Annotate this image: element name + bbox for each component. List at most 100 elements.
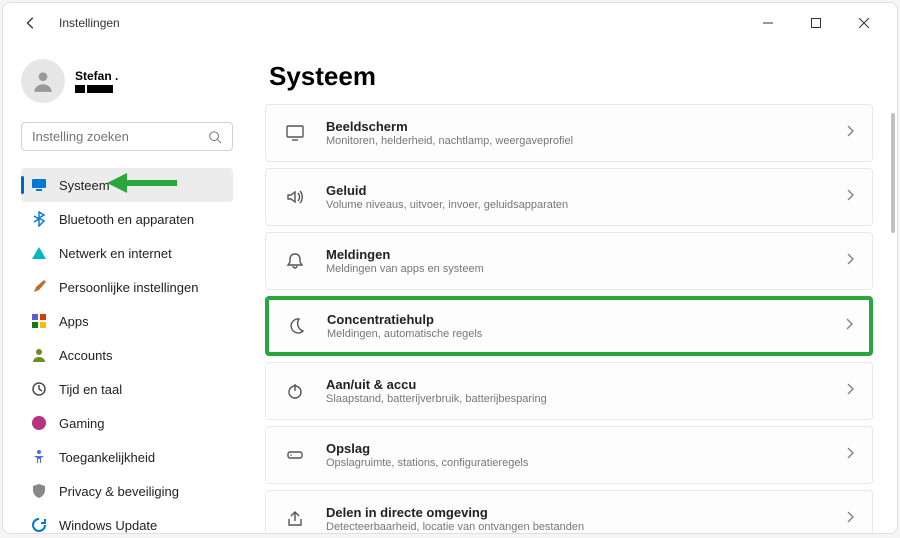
close-icon: [859, 18, 869, 28]
sidebar-item-persoonlijk[interactable]: Persoonlijke instellingen: [21, 270, 233, 304]
display-icon: [284, 122, 306, 144]
sidebar-item-label: Systeem: [59, 178, 110, 193]
person-icon: [30, 68, 56, 94]
settings-window: Instellingen Stefan . SysteemBlueto: [2, 2, 898, 534]
sidebar-item-apps[interactable]: Apps: [21, 304, 233, 338]
sidebar-item-label: Bluetooth en apparaten: [59, 212, 194, 227]
maximize-button[interactable]: [795, 9, 837, 37]
row-title: Opslag: [326, 441, 846, 456]
row-title: Beeldscherm: [326, 119, 846, 134]
setting-row-aanuit[interactable]: Aan/uit & accu Slaapstand, batterijverbr…: [265, 362, 873, 420]
page-title: Systeem: [269, 61, 873, 92]
row-text: Opslag Opslagruimte, stations, configura…: [326, 441, 846, 469]
sidebar-item-label: Privacy & beveiliging: [59, 484, 179, 499]
sidebar: Stefan . Systeem Bluetooth en apparaten Ne…: [3, 43, 241, 533]
row-subtitle: Meldingen van apps en systeem: [326, 263, 846, 275]
row-title: Concentratiehulp: [327, 312, 845, 327]
bluetooth-icon: [31, 211, 47, 227]
settings-list: Beeldscherm Monitoren, helderheid, nacht…: [265, 104, 873, 533]
row-title: Meldingen: [326, 247, 846, 262]
chevron-right-icon: [846, 188, 854, 206]
chevron-right-icon: [846, 446, 854, 464]
row-text: Concentratiehulp Meldingen, automatische…: [327, 312, 845, 340]
row-subtitle: Meldingen, automatische regels: [327, 328, 845, 340]
setting-row-geluid[interactable]: Geluid Volume niveaus, uitvoer, invoer, …: [265, 168, 873, 226]
chevron-right-icon: [846, 382, 854, 400]
sidebar-item-privacy[interactable]: Privacy & beveiliging: [21, 474, 233, 508]
back-arrow-icon: [24, 16, 38, 30]
row-text: Meldingen Meldingen van apps en systeem: [326, 247, 846, 275]
person-icon: [31, 347, 47, 363]
power-icon: [284, 380, 306, 402]
apps-icon: [31, 313, 47, 329]
chevron-right-icon: [846, 252, 854, 270]
row-title: Geluid: [326, 183, 846, 198]
sidebar-item-systeem[interactable]: Systeem: [21, 168, 233, 202]
row-text: Beeldscherm Monitoren, helderheid, nacht…: [326, 119, 846, 147]
window-title: Instellingen: [59, 16, 120, 30]
clock-icon: [31, 381, 47, 397]
sidebar-item-label: Toegankelijkheid: [59, 450, 155, 465]
sidebar-item-tijd[interactable]: Tijd en taal: [21, 372, 233, 406]
chevron-right-icon: [846, 510, 854, 528]
gaming-icon: [31, 415, 47, 431]
setting-row-opslag[interactable]: Opslag Opslagruimte, stations, configura…: [265, 426, 873, 484]
sidebar-item-label: Gaming: [59, 416, 105, 431]
row-text: Geluid Volume niveaus, uitvoer, invoer, …: [326, 183, 846, 211]
row-title: Delen in directe omgeving: [326, 505, 846, 520]
sound-icon: [284, 186, 306, 208]
search-input[interactable]: [32, 129, 208, 144]
profile-block[interactable]: Stefan .: [21, 59, 233, 103]
sidebar-item-bluetooth[interactable]: Bluetooth en apparaten: [21, 202, 233, 236]
profile-redacted: [75, 85, 118, 93]
close-button[interactable]: [843, 9, 885, 37]
search-box[interactable]: [21, 122, 233, 151]
chevron-right-icon: [845, 317, 853, 335]
chevron-right-icon: [846, 124, 854, 142]
wifi-icon: [31, 245, 47, 261]
sidebar-item-update[interactable]: Windows Update: [21, 508, 233, 533]
nav-list: Systeem Bluetooth en apparaten Netwerk en …: [21, 168, 233, 533]
main-panel: Systeem Beeldscherm Monitoren, helderhei…: [241, 43, 897, 533]
sidebar-item-label: Windows Update: [59, 518, 157, 533]
setting-row-concentratie[interactable]: Concentratiehulp Meldingen, automatische…: [265, 296, 873, 356]
setting-row-delen[interactable]: Delen in directe omgeving Detecteerbaarh…: [265, 490, 873, 533]
row-subtitle: Monitoren, helderheid, nachtlamp, weerga…: [326, 135, 846, 147]
sidebar-item-label: Tijd en taal: [59, 382, 122, 397]
sidebar-item-gaming[interactable]: Gaming: [21, 406, 233, 440]
sidebar-item-accounts[interactable]: Accounts: [21, 338, 233, 372]
monitor-icon: [31, 177, 47, 193]
storage-icon: [284, 444, 306, 466]
row-subtitle: Volume niveaus, uitvoer, invoer, geluids…: [326, 199, 846, 211]
back-button[interactable]: [15, 7, 47, 39]
sidebar-item-label: Netwerk en internet: [59, 246, 172, 261]
profile-text: Stefan .: [75, 69, 118, 93]
minimize-icon: [763, 18, 773, 28]
update-icon: [31, 517, 47, 533]
minimize-button[interactable]: [747, 9, 789, 37]
row-title: Aan/uit & accu: [326, 377, 846, 392]
row-subtitle: Slaapstand, batterijverbruik, batterijbe…: [326, 393, 846, 405]
setting-row-meldingen[interactable]: Meldingen Meldingen van apps en systeem: [265, 232, 873, 290]
sidebar-item-label: Accounts: [59, 348, 112, 363]
sidebar-item-label: Persoonlijke instellingen: [59, 280, 198, 295]
bell-icon: [284, 250, 306, 272]
avatar: [21, 59, 65, 103]
row-subtitle: Detecteerbaarheid, locatie van ontvangen…: [326, 521, 846, 533]
search-icon: [208, 130, 222, 144]
maximize-icon: [811, 18, 821, 28]
sidebar-item-netwerk[interactable]: Netwerk en internet: [21, 236, 233, 270]
sidebar-item-toegankelijkheid[interactable]: Toegankelijkheid: [21, 440, 233, 474]
scrollbar[interactable]: [891, 113, 895, 233]
brush-icon: [31, 279, 47, 295]
window-controls: [747, 9, 885, 37]
moon-icon: [285, 315, 307, 337]
row-subtitle: Opslagruimte, stations, configuratierege…: [326, 457, 846, 469]
content-area: Stefan . Systeem Bluetooth en apparaten Ne…: [3, 43, 897, 533]
profile-name: Stefan .: [75, 69, 118, 83]
access-icon: [31, 449, 47, 465]
titlebar: Instellingen: [3, 3, 897, 43]
setting-row-beeldscherm[interactable]: Beeldscherm Monitoren, helderheid, nacht…: [265, 104, 873, 162]
share-icon: [284, 508, 306, 530]
row-text: Delen in directe omgeving Detecteerbaarh…: [326, 505, 846, 533]
